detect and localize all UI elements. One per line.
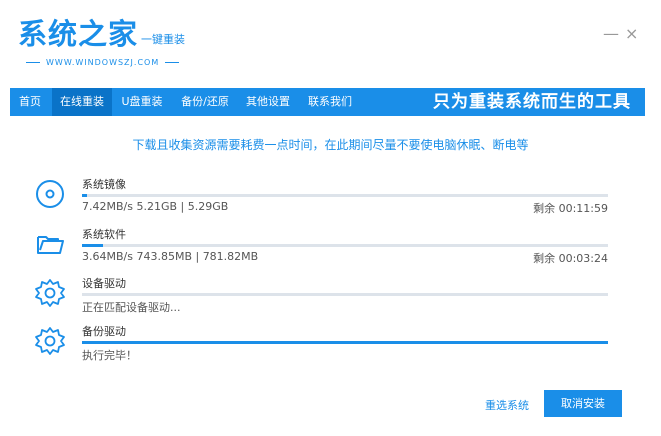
task-progress-fill [82,194,88,197]
task-row-system-image: 系统镜像 7.42MB/s 5.21GB | 5.29GB 剩余 00:11:5… [30,176,610,222]
task-title: 系统软件 [82,228,126,241]
tab-usb-reinstall[interactable]: U盘重装 [114,88,170,116]
task-title: 设备驱动 [82,277,126,290]
gear-icon [35,279,65,307]
task-remaining: 剩余 00:03:24 [533,252,608,265]
tab-backup-restore[interactable]: 备份/还原 [174,88,236,116]
task-status: 7.42MB/s 5.21GB | 5.29GB [82,200,229,213]
slogan: 只为重装系统而生的工具 [433,92,631,112]
logo-url-text: WWW.WINDOWSZJ.COM [46,58,160,67]
logo-title: 系统之家 [18,17,139,51]
task-row-system-software: 系统软件 3.64MB/s 743.85MB | 781.82MB 剩余 00:… [30,226,610,272]
task-status: 执行完毕！ [82,349,137,362]
tab-online-reinstall[interactable]: 在线重装 [52,88,112,116]
tab-contact-us[interactable]: 联系我们 [300,88,360,116]
reselect-system-link[interactable]: 重选系统 [485,397,529,413]
download-notice: 下载且收集资源需要耗费一点时间，在此期间尽量不要使电脑休眠、断电等 [132,138,529,152]
tab-other-settings[interactable]: 其他设置 [238,88,298,116]
task-progress-bar [82,341,608,344]
task-title: 系统镜像 [82,178,126,191]
task-progress-bar [82,194,608,197]
nav-bar: 首页 在线重装 U盘重装 备份/还原 其他设置 联系我们 只为重装系统而生的工具 [10,88,645,116]
close-button[interactable]: × [625,24,638,43]
task-progress-fill [82,341,608,344]
app-header: 系统之家 一键重装 WWW.WINDOWSZJ.COM — × [0,0,661,88]
task-title: 备份驱动 [82,325,126,338]
task-status: 正在匹配设备驱动... [82,301,181,314]
logo-url: WWW.WINDOWSZJ.COM [20,58,185,67]
task-status: 3.64MB/s 743.85MB | 781.82MB [82,250,259,263]
task-progress-bar [82,244,608,247]
tab-home[interactable]: 首页 [10,88,50,116]
disc-icon [36,180,64,208]
task-row-backup-drivers: 备份驱动 执行完毕！ [30,323,610,369]
logo-subtitle: 一键重装 [141,33,186,46]
task-progress-bar [82,293,608,296]
folder-icon [37,236,64,254]
minimize-button[interactable]: — [603,24,619,43]
task-progress-fill [82,244,104,247]
task-remaining: 剩余 00:11:59 [533,202,608,215]
app-logo: 系统之家 一键重装 [18,20,185,49]
gear-icon [35,327,65,355]
task-row-device-drivers: 设备驱动 正在匹配设备驱动... [30,275,610,321]
cancel-install-button[interactable]: 取消安装 [544,390,622,417]
